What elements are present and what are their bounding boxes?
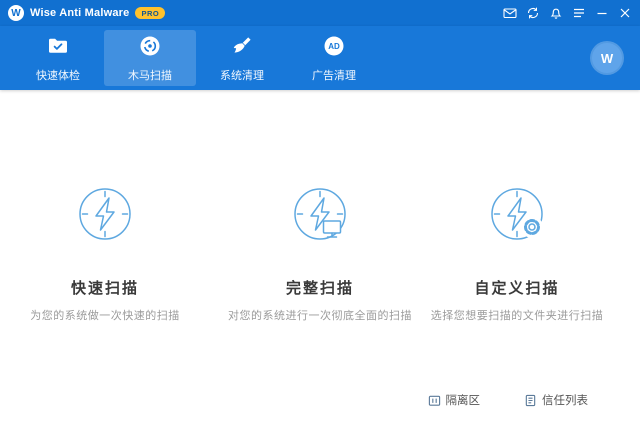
titlebar-controls: [500, 4, 634, 22]
tab-system-cleanup[interactable]: 系统清理: [196, 30, 288, 86]
tab-quick-checkup[interactable]: 快速体检: [12, 30, 104, 86]
scan-subtitle: 选择您想要扫描的文件夹进行扫描: [430, 310, 604, 322]
scan-disc-icon: [138, 34, 162, 63]
close-button[interactable]: [615, 4, 634, 22]
notification-icon[interactable]: [546, 4, 565, 22]
full-scan-option[interactable]: 完整扫描 对您的系统进行一次彻底全面的扫描: [215, 90, 425, 323]
broom-icon: [230, 34, 254, 63]
trust-list-label: 信任列表: [542, 395, 588, 407]
tab-ad-cleanup[interactable]: AD 广告清理: [288, 30, 380, 86]
pro-badge: PRO: [135, 7, 166, 19]
tab-trojan-scan[interactable]: 木马扫描: [104, 30, 196, 86]
scan-title: 自定义扫描: [474, 280, 560, 297]
scan-subtitle: 为您的系统做一次快速的扫描: [30, 310, 180, 322]
quick-scan-option[interactable]: 快速扫描 为您的系统做一次快速的扫描: [0, 90, 210, 323]
minimize-button[interactable]: [592, 4, 611, 22]
tab-label: 木马扫描: [128, 69, 172, 82]
folder-check-icon: [46, 34, 70, 63]
app-window: W Wise Anti Malware PRO 快速体检 木马扫描 系统清理 A…: [0, 0, 640, 424]
tab-label: 广告清理: [312, 69, 356, 82]
window-chrome: W Wise Anti Malware PRO 快速体检 木马扫描 系统清理 A…: [0, 0, 640, 90]
titlebar-branding: W Wise Anti Malware PRO: [8, 5, 166, 21]
user-avatar[interactable]: W: [592, 43, 622, 73]
app-title: Wise Anti Malware: [30, 7, 130, 19]
quarantine-box-icon: [428, 394, 441, 407]
scan-title: 快速扫描: [70, 280, 139, 297]
main-nav: 快速体检 木马扫描 系统清理 AD 广告清理 W: [0, 26, 640, 90]
titlebar: W Wise Anti Malware PRO: [0, 0, 640, 26]
quick-scan-bolt-icon[interactable]: [73, 182, 137, 251]
full-scan-monitor-icon[interactable]: [288, 182, 352, 251]
scan-options-panel: 快速扫描 为您的系统做一次快速的扫描 完整扫描 对您的系统进行一次彻底全面的扫描: [0, 90, 640, 424]
quarantine-label: 隔离区: [445, 395, 481, 407]
ad-circle-icon: AD: [322, 34, 346, 63]
trust-list-icon: [524, 394, 537, 407]
custom-scan-option[interactable]: 自定义扫描 选择您想要扫描的文件夹进行扫描: [412, 90, 622, 323]
trust-list-link[interactable]: 信任列表: [524, 392, 588, 408]
mail-icon[interactable]: [500, 4, 519, 22]
refresh-icon[interactable]: [523, 4, 542, 22]
tab-label: 系统清理: [220, 69, 264, 82]
footer-links: 隔离区 信任列表: [428, 392, 588, 408]
app-logo-icon: W: [8, 5, 24, 21]
menu-icon[interactable]: [569, 4, 588, 22]
custom-scan-gear-icon[interactable]: [485, 182, 549, 251]
svg-text:AD: AD: [328, 42, 340, 51]
scan-subtitle: 对您的系统进行一次彻底全面的扫描: [228, 310, 412, 322]
quarantine-link[interactable]: 隔离区: [428, 392, 481, 408]
scan-title: 完整扫描: [285, 280, 354, 297]
tab-label: 快速体检: [36, 69, 80, 82]
